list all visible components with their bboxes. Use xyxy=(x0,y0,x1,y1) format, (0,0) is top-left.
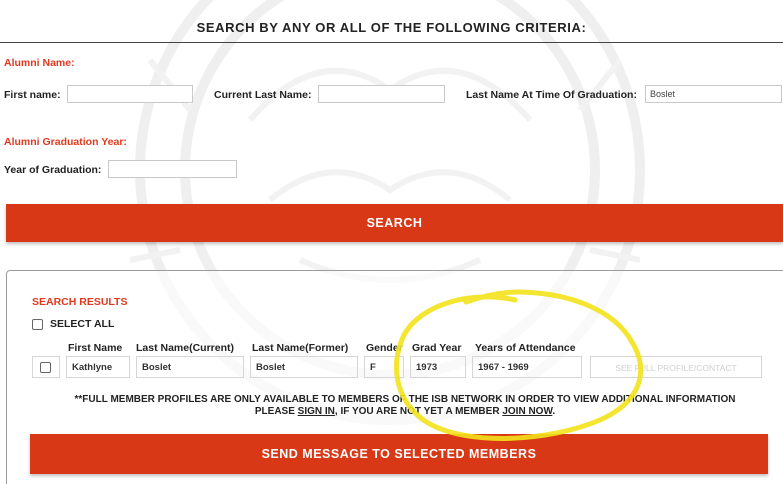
current-last-name-label: Current Last Name: xyxy=(214,89,312,101)
column-header-years-attendance: Years of Attendance xyxy=(475,342,576,354)
select-all-label: SELECT ALL xyxy=(50,318,115,330)
column-header-last-name-former: Last Name(Former) xyxy=(252,342,349,354)
notice-text-2: , IF YOU ARE NOT YET A MEMBER xyxy=(334,406,503,417)
criteria-divider xyxy=(0,42,783,43)
grad-last-name-label: Last Name At Time Of Graduation: xyxy=(466,89,637,101)
year-of-graduation-label: Year of Graduation: xyxy=(4,164,102,176)
graduation-year-section-label: Alumni Graduation Year: xyxy=(4,136,127,148)
search-button[interactable]: SEARCH xyxy=(6,204,783,242)
row-checkbox-cell xyxy=(32,356,60,378)
cell-years-attendance: 1967 - 1969 xyxy=(472,356,582,378)
cell-grad-year: 1973 xyxy=(410,356,466,378)
criteria-title: SEARCH BY ANY OR ALL OF THE FOLLOWING CR… xyxy=(196,20,587,35)
search-results-label: SEARCH RESULTS xyxy=(32,296,128,308)
join-now-link[interactable]: JOIN NOW xyxy=(502,406,552,417)
alumni-search-page: SEARCH BY ANY OR ALL OF THE FOLLOWING CR… xyxy=(0,0,783,484)
row-select-checkbox[interactable] xyxy=(40,362,51,373)
cell-last-name-current: Boslet xyxy=(136,356,244,378)
cell-gender: F xyxy=(364,356,404,378)
grad-last-name-input[interactable] xyxy=(645,85,782,103)
cell-first-name: Kathlyne xyxy=(66,356,130,378)
member-notice: **FULL MEMBER PROFILES ARE ONLY AVAILABL… xyxy=(60,394,750,418)
column-header-first-name: First Name xyxy=(68,342,123,354)
alumni-name-section-label: Alumni Name: xyxy=(4,57,75,69)
first-name-label: First name: xyxy=(4,89,61,101)
column-header-last-name-current: Last Name(Current) xyxy=(136,342,235,354)
column-header-grad-year: Grad Year xyxy=(412,342,462,354)
sign-in-link[interactable]: SIGN IN xyxy=(298,406,335,417)
column-header-gender: Gender xyxy=(366,342,403,354)
send-message-button[interactable]: SEND MESSAGE TO SELECTED MEMBERS xyxy=(30,434,768,474)
select-all-checkbox[interactable] xyxy=(32,319,43,330)
current-last-name-input[interactable] xyxy=(318,85,445,103)
cell-last-name-former: Boslet xyxy=(250,356,358,378)
notice-text-3: . xyxy=(552,406,556,417)
first-name-input[interactable] xyxy=(67,85,193,103)
see-full-profile-link[interactable]: SEE FULL PROFILE/CONTACT xyxy=(590,356,762,378)
year-of-graduation-input[interactable] xyxy=(108,160,237,178)
